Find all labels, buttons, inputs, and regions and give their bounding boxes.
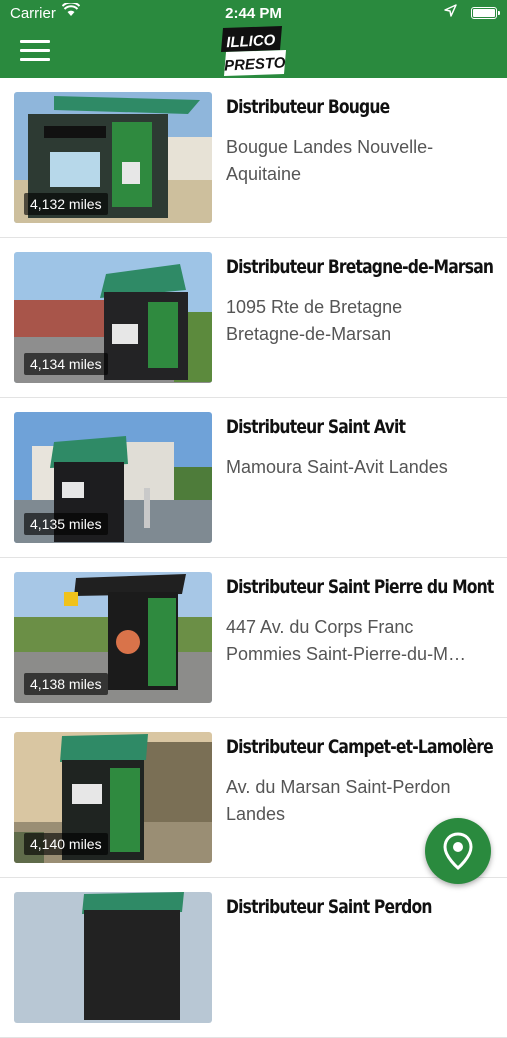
distance-badge: 4,132 miles xyxy=(24,193,108,215)
distributor-title: Distributeur Saint Perdon xyxy=(226,896,432,918)
distributor-photo: 4,138 miles xyxy=(14,572,212,703)
distance-badge: 4,135 miles xyxy=(24,513,108,535)
distributor-photo: 4,135 miles xyxy=(14,412,212,543)
map-view-button[interactable] xyxy=(425,818,491,884)
list-item[interactable]: 4,132 miles Distributeur Bougue Bougue L… xyxy=(0,78,507,238)
distributor-title: Distributeur Saint Pierre du Mont xyxy=(226,576,494,598)
distributor-photo: 4,140 miles xyxy=(14,732,212,863)
battery-icon xyxy=(471,7,500,19)
map-pin-icon xyxy=(443,832,473,870)
distributor-title: Distributeur Bretagne-de-Marsan xyxy=(226,256,494,278)
distributor-title: Distributeur Bougue xyxy=(226,96,390,118)
distributor-title: Distributeur Campet-et-Lamolère xyxy=(226,736,494,758)
distributor-address: 1095 Rte de Bretagne Bretagne-de-Marsan xyxy=(226,297,403,344)
list-item[interactable]: 4,134 miles Distributeur Bretagne-de-Mar… xyxy=(0,238,507,398)
illico-presto-logo: ILLICO PRESTO xyxy=(221,26,287,76)
distributor-address: 447 Av. du Corps Franc Pommies Saint-Pie… xyxy=(226,617,467,664)
distributor-title: Distributeur Saint Avit xyxy=(226,416,406,438)
list-item[interactable]: 4,138 miles Distributeur Saint Pierre du… xyxy=(0,558,507,718)
distance-badge: 4,134 miles xyxy=(24,353,108,375)
distributor-photo xyxy=(14,892,212,1023)
status-bar: Carrier 2:44 PM xyxy=(0,0,507,28)
hamburger-menu-icon[interactable] xyxy=(20,40,50,62)
distributor-photo: 4,132 miles xyxy=(14,92,212,223)
list-item[interactable]: Distributeur Saint Perdon xyxy=(0,878,507,1038)
location-arrow-icon xyxy=(444,4,457,21)
distributor-address: Mamoura Saint-Avit Landes xyxy=(226,457,448,477)
app-header: Carrier 2:44 PM ILLICO PRESTO xyxy=(0,0,507,78)
distance-badge: 4,138 miles xyxy=(24,673,108,695)
list-item[interactable]: 4,135 miles Distributeur Saint Avit Mamo… xyxy=(0,398,507,558)
distributor-address: Bougue Landes Nouvelle- Aquitaine xyxy=(226,137,434,184)
distributor-list: 4,132 miles Distributeur Bougue Bougue L… xyxy=(0,78,507,1038)
logo-line2: PRESTO xyxy=(224,54,287,74)
clock: 2:44 PM xyxy=(225,5,282,22)
distributor-photo: 4,134 miles xyxy=(14,252,212,383)
distance-badge: 4,140 miles xyxy=(24,833,108,855)
logo-line1: ILLICO xyxy=(226,32,276,52)
